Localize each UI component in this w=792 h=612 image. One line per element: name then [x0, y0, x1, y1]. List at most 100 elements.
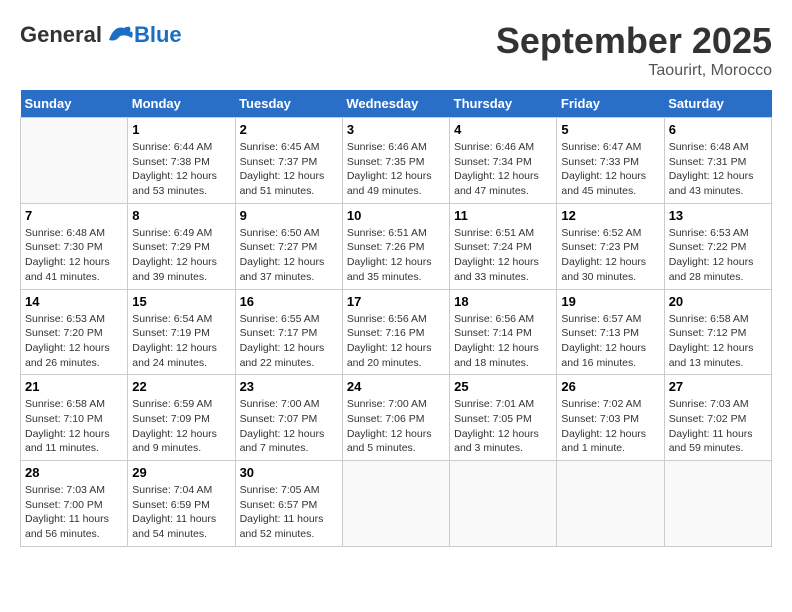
day-info: Sunrise: 6:46 AM Sunset: 7:35 PM Dayligh… — [347, 140, 445, 199]
calendar-cell: 12 Sunrise: 6:52 AM Sunset: 7:23 PM Dayli… — [557, 203, 664, 289]
logo-bird-icon — [104, 20, 134, 50]
day-number: 5 — [561, 122, 659, 137]
week-row-4: 21 Sunrise: 6:58 AM Sunset: 7:10 PM Dayli… — [21, 375, 772, 461]
day-number: 26 — [561, 379, 659, 394]
calendar-cell: 15 Sunrise: 6:54 AM Sunset: 7:19 PM Dayli… — [128, 289, 235, 375]
day-number: 27 — [669, 379, 767, 394]
day-info: Sunrise: 6:51 AM Sunset: 7:26 PM Dayligh… — [347, 226, 445, 285]
weekday-header-wednesday: Wednesday — [342, 90, 449, 118]
calendar-cell: 27 Sunrise: 7:03 AM Sunset: 7:02 PM Dayli… — [664, 375, 771, 461]
day-info: Sunrise: 6:50 AM Sunset: 7:27 PM Dayligh… — [240, 226, 338, 285]
day-number: 13 — [669, 208, 767, 223]
day-info: Sunrise: 6:52 AM Sunset: 7:23 PM Dayligh… — [561, 226, 659, 285]
location-title: Taourirt, Morocco — [496, 62, 772, 80]
day-number: 7 — [25, 208, 123, 223]
day-number: 15 — [132, 294, 230, 309]
day-info: Sunrise: 7:03 AM Sunset: 7:00 PM Dayligh… — [25, 483, 123, 542]
day-info: Sunrise: 6:56 AM Sunset: 7:14 PM Dayligh… — [454, 312, 552, 371]
calendar-cell: 30 Sunrise: 7:05 AM Sunset: 6:57 PM Dayli… — [235, 461, 342, 547]
calendar-cell: 17 Sunrise: 6:56 AM Sunset: 7:16 PM Dayli… — [342, 289, 449, 375]
week-row-1: 1 Sunrise: 6:44 AM Sunset: 7:38 PM Daylig… — [21, 118, 772, 204]
calendar-cell: 4 Sunrise: 6:46 AM Sunset: 7:34 PM Daylig… — [450, 118, 557, 204]
day-number: 19 — [561, 294, 659, 309]
day-info: Sunrise: 6:58 AM Sunset: 7:10 PM Dayligh… — [25, 397, 123, 456]
calendar-cell — [450, 461, 557, 547]
logo: General Blue — [20, 20, 182, 50]
calendar-cell: 21 Sunrise: 6:58 AM Sunset: 7:10 PM Dayli… — [21, 375, 128, 461]
day-info: Sunrise: 6:54 AM Sunset: 7:19 PM Dayligh… — [132, 312, 230, 371]
week-row-2: 7Sunrise: 6:48 AM Sunset: 7:30 PM Daylig… — [21, 203, 772, 289]
calendar-cell: 26 Sunrise: 7:02 AM Sunset: 7:03 PM Dayli… — [557, 375, 664, 461]
calendar-cell: 29 Sunrise: 7:04 AM Sunset: 6:59 PM Dayli… — [128, 461, 235, 547]
day-info: Sunrise: 7:00 AM Sunset: 7:07 PM Dayligh… — [240, 397, 338, 456]
title-block: September 2025 Taourirt, Morocco — [496, 20, 772, 80]
weekday-header-thursday: Thursday — [450, 90, 557, 118]
calendar-cell: 23Sunrise: 7:00 AM Sunset: 7:07 PM Dayli… — [235, 375, 342, 461]
day-number: 25 — [454, 379, 552, 394]
weekday-header-tuesday: Tuesday — [235, 90, 342, 118]
day-info: Sunrise: 7:01 AM Sunset: 7:05 PM Dayligh… — [454, 397, 552, 456]
day-number: 28 — [25, 465, 123, 480]
calendar-cell: 22 Sunrise: 6:59 AM Sunset: 7:09 PM Dayli… — [128, 375, 235, 461]
calendar-cell — [557, 461, 664, 547]
calendar-cell: 28 Sunrise: 7:03 AM Sunset: 7:00 PM Dayli… — [21, 461, 128, 547]
day-info: Sunrise: 6:46 AM Sunset: 7:34 PM Dayligh… — [454, 140, 552, 199]
day-info: Sunrise: 6:59 AM Sunset: 7:09 PM Dayligh… — [132, 397, 230, 456]
calendar-cell: 5 Sunrise: 6:47 AM Sunset: 7:33 PM Daylig… — [557, 118, 664, 204]
day-number: 29 — [132, 465, 230, 480]
calendar-cell: 11 Sunrise: 6:51 AM Sunset: 7:24 PM Dayli… — [450, 203, 557, 289]
day-info: Sunrise: 7:04 AM Sunset: 6:59 PM Dayligh… — [132, 483, 230, 542]
calendar-cell: 25 Sunrise: 7:01 AM Sunset: 7:05 PM Dayli… — [450, 375, 557, 461]
week-row-3: 14 Sunrise: 6:53 AM Sunset: 7:20 PM Dayli… — [21, 289, 772, 375]
calendar-cell: 18Sunrise: 6:56 AM Sunset: 7:14 PM Dayli… — [450, 289, 557, 375]
day-number: 3 — [347, 122, 445, 137]
calendar-cell: 9Sunrise: 6:50 AM Sunset: 7:27 PM Daylig… — [235, 203, 342, 289]
weekday-header-monday: Monday — [128, 90, 235, 118]
day-number: 22 — [132, 379, 230, 394]
day-info: Sunrise: 6:58 AM Sunset: 7:12 PM Dayligh… — [669, 312, 767, 371]
day-number: 20 — [669, 294, 767, 309]
day-number: 17 — [347, 294, 445, 309]
day-info: Sunrise: 6:47 AM Sunset: 7:33 PM Dayligh… — [561, 140, 659, 199]
day-number: 1 — [132, 122, 230, 137]
calendar-table: SundayMondayTuesdayWednesdayThursdayFrid… — [20, 90, 772, 547]
calendar-cell: 6 Sunrise: 6:48 AM Sunset: 7:31 PM Daylig… — [664, 118, 771, 204]
month-title: September 2025 — [496, 20, 772, 62]
day-number: 30 — [240, 465, 338, 480]
day-number: 4 — [454, 122, 552, 137]
page-header: General Blue September 2025 Taourirt, Mo… — [20, 20, 772, 80]
day-number: 2 — [240, 122, 338, 137]
day-number: 12 — [561, 208, 659, 223]
calendar-cell: 7Sunrise: 6:48 AM Sunset: 7:30 PM Daylig… — [21, 203, 128, 289]
day-number: 10 — [347, 208, 445, 223]
day-info: Sunrise: 6:55 AM Sunset: 7:17 PM Dayligh… — [240, 312, 338, 371]
day-info: Sunrise: 6:49 AM Sunset: 7:29 PM Dayligh… — [132, 226, 230, 285]
day-info: Sunrise: 7:05 AM Sunset: 6:57 PM Dayligh… — [240, 483, 338, 542]
day-info: Sunrise: 6:51 AM Sunset: 7:24 PM Dayligh… — [454, 226, 552, 285]
logo-blue-text: Blue — [134, 22, 182, 48]
day-number: 8 — [132, 208, 230, 223]
weekday-header-saturday: Saturday — [664, 90, 771, 118]
day-info: Sunrise: 6:44 AM Sunset: 7:38 PM Dayligh… — [132, 140, 230, 199]
calendar-cell: 1 Sunrise: 6:44 AM Sunset: 7:38 PM Daylig… — [128, 118, 235, 204]
calendar-cell: 3 Sunrise: 6:46 AM Sunset: 7:35 PM Daylig… — [342, 118, 449, 204]
day-number: 14 — [25, 294, 123, 309]
logo-general-text: General — [20, 22, 102, 48]
day-info: Sunrise: 6:53 AM Sunset: 7:20 PM Dayligh… — [25, 312, 123, 371]
weekday-header-friday: Friday — [557, 90, 664, 118]
day-info: Sunrise: 6:57 AM Sunset: 7:13 PM Dayligh… — [561, 312, 659, 371]
day-info: Sunrise: 6:53 AM Sunset: 7:22 PM Dayligh… — [669, 226, 767, 285]
calendar-cell — [664, 461, 771, 547]
calendar-cell — [21, 118, 128, 204]
week-row-5: 28 Sunrise: 7:03 AM Sunset: 7:00 PM Dayli… — [21, 461, 772, 547]
calendar-cell: 24Sunrise: 7:00 AM Sunset: 7:06 PM Dayli… — [342, 375, 449, 461]
day-number: 21 — [25, 379, 123, 394]
day-info: Sunrise: 7:03 AM Sunset: 7:02 PM Dayligh… — [669, 397, 767, 456]
calendar-cell — [342, 461, 449, 547]
day-number: 6 — [669, 122, 767, 137]
day-number: 11 — [454, 208, 552, 223]
day-info: Sunrise: 6:56 AM Sunset: 7:16 PM Dayligh… — [347, 312, 445, 371]
day-info: Sunrise: 6:48 AM Sunset: 7:31 PM Dayligh… — [669, 140, 767, 199]
day-info: Sunrise: 7:02 AM Sunset: 7:03 PM Dayligh… — [561, 397, 659, 456]
calendar-cell: 19 Sunrise: 6:57 AM Sunset: 7:13 PM Dayli… — [557, 289, 664, 375]
